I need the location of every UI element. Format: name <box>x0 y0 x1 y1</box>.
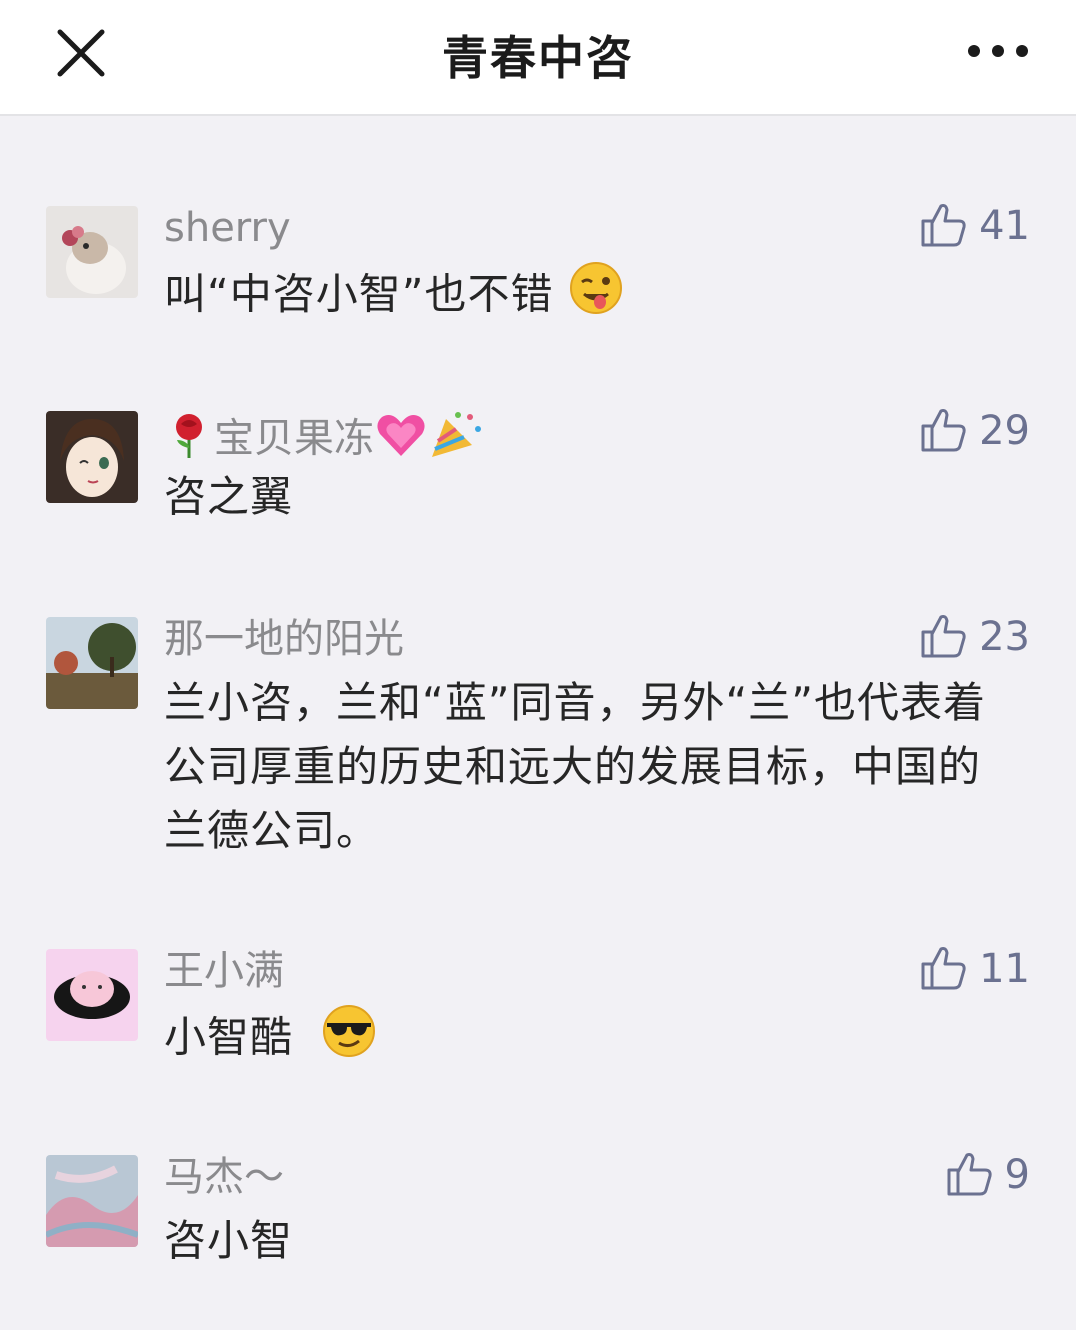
comment-text-content: 小智酷 <box>164 1012 294 1062</box>
avatar[interactable] <box>46 949 138 1041</box>
more-horizontal-icon[interactable] <box>962 36 1034 66</box>
avatar[interactable] <box>46 411 138 503</box>
winking-tongue-emoji <box>568 260 624 334</box>
comment-author: 宝贝果冻 <box>164 409 484 472</box>
comment-text-content: 叫“中咨小智”也不错 <box>164 269 554 319</box>
avatar[interactable] <box>46 206 138 298</box>
like-button[interactable]: 23 <box>919 607 1030 667</box>
like-button[interactable]: 9 <box>945 1145 1030 1205</box>
comment-author: 王小满 <box>164 948 284 994</box>
comment-text: 兰小咨，兰和“蓝”同音，另外“兰”也代表着公司厚重的历史和远大的发展目标，中国的… <box>164 678 987 855</box>
comment-author: 那一地的阳光 <box>164 616 404 662</box>
thumbs-up-icon <box>919 404 969 458</box>
thumbs-up-icon <box>919 610 969 664</box>
page-title: 青春中咨 <box>442 31 634 85</box>
like-count: 9 <box>1004 1152 1030 1198</box>
rose-emoji <box>164 410 214 471</box>
growing-heart-emoji <box>374 410 428 471</box>
like-count: 11 <box>979 946 1030 992</box>
like-count: 41 <box>979 203 1030 249</box>
like-button[interactable]: 41 <box>919 196 1030 256</box>
comment-text: 咨之翼 <box>164 472 294 521</box>
sunglasses-emoji <box>321 1003 377 1077</box>
thumbs-up-icon <box>919 199 969 253</box>
party-popper-emoji <box>428 409 484 472</box>
comment-text: 咨小智 <box>164 1216 294 1265</box>
comment-text: 小智酷 <box>164 1003 1014 1077</box>
comment-text: 叫“中咨小智”也不错 <box>164 260 1014 334</box>
comment-author: 马杰～ <box>164 1154 284 1200</box>
like-button[interactable]: 29 <box>919 401 1030 461</box>
comment-author: sherry <box>164 205 291 251</box>
avatar[interactable] <box>46 617 138 709</box>
like-count: 23 <box>979 614 1030 660</box>
thumbs-up-icon <box>945 1148 995 1202</box>
thumbs-up-icon <box>919 942 969 996</box>
like-button[interactable]: 11 <box>919 939 1030 999</box>
avatar[interactable] <box>46 1155 138 1247</box>
like-count: 29 <box>979 408 1030 454</box>
author-name-text: 宝贝果冻 <box>214 415 374 462</box>
top-bar: 青春中咨 <box>0 0 1076 116</box>
